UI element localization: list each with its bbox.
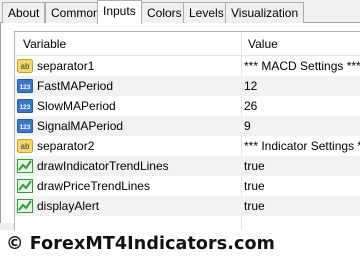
text-icon: ab <box>17 138 33 154</box>
svg-text:ab: ab <box>21 142 30 151</box>
integer-icon: 123 <box>17 78 33 94</box>
variable-name: displayAlert <box>37 199 100 213</box>
variable-name: SignalMAPeriod <box>37 119 124 133</box>
svg-text:123: 123 <box>20 124 31 131</box>
variable-name: separator2 <box>37 139 95 153</box>
table-header: Variable Value <box>15 32 360 56</box>
variable-name: drawPriceTrendLines <box>37 179 150 193</box>
tab-levels[interactable]: Levels <box>183 2 230 23</box>
variable-value[interactable]: 26 <box>244 99 360 113</box>
table-row[interactable]: 123 SlowMAPeriod 26 <box>15 96 360 116</box>
variable-name: FastMAPeriod <box>37 79 114 93</box>
svg-text:123: 123 <box>20 104 31 111</box>
variable-value[interactable]: true <box>244 179 360 193</box>
footer: © ForexMT4Indicators.com <box>0 230 360 260</box>
variable-value[interactable]: true <box>244 199 360 213</box>
integer-icon: 123 <box>17 118 33 134</box>
table-row[interactable]: ab separator1 *** MACD Settings *** <box>15 56 360 76</box>
variable-name: SlowMAPeriod <box>37 99 116 113</box>
variable-value[interactable]: 9 <box>244 119 360 133</box>
variable-value[interactable]: 12 <box>244 79 360 93</box>
table-row[interactable]: drawIndicatorTrendLines true <box>15 156 360 176</box>
table-row[interactable]: displayAlert true <box>15 196 360 216</box>
variable-value[interactable]: *** Indicator Settings *** <box>244 139 360 153</box>
header-value[interactable]: Value <box>242 32 278 56</box>
copyright-text: © ForexMT4Indicators.com <box>6 234 275 254</box>
boolean-icon <box>17 158 33 174</box>
header-variable[interactable]: Variable <box>17 32 66 56</box>
variable-value[interactable]: true <box>244 159 360 173</box>
table-row[interactable]: 123 FastMAPeriod 12 <box>15 76 360 96</box>
table-row[interactable]: drawPriceTrendLines true <box>15 176 360 196</box>
table-row[interactable]: ab separator2 *** Indicator Settings *** <box>15 136 360 156</box>
boolean-icon <box>17 198 33 214</box>
text-icon: ab <box>17 58 33 74</box>
tab-colors[interactable]: Colors <box>141 2 188 23</box>
inputs-panel: Variable Value ab separator1 *** MACD Sett… <box>0 23 360 242</box>
variable-name: drawIndicatorTrendLines <box>37 159 169 173</box>
tab-bar: About Common Inputs Colors Levels Visual… <box>0 0 360 24</box>
variable-name: separator1 <box>37 59 95 73</box>
tab-inputs[interactable]: Inputs <box>97 0 142 24</box>
boolean-icon <box>17 178 33 194</box>
table-row[interactable]: 123 SignalMAPeriod 9 <box>15 116 360 136</box>
integer-icon: 123 <box>17 98 33 114</box>
tab-visualization[interactable]: Visualization <box>225 2 305 23</box>
variable-value[interactable]: *** MACD Settings *** <box>244 59 360 73</box>
inputs-table: Variable Value ab separator1 *** MACD Sett… <box>14 31 360 242</box>
tab-about[interactable]: About <box>2 2 46 23</box>
svg-text:123: 123 <box>20 84 31 91</box>
svg-text:ab: ab <box>21 62 30 71</box>
